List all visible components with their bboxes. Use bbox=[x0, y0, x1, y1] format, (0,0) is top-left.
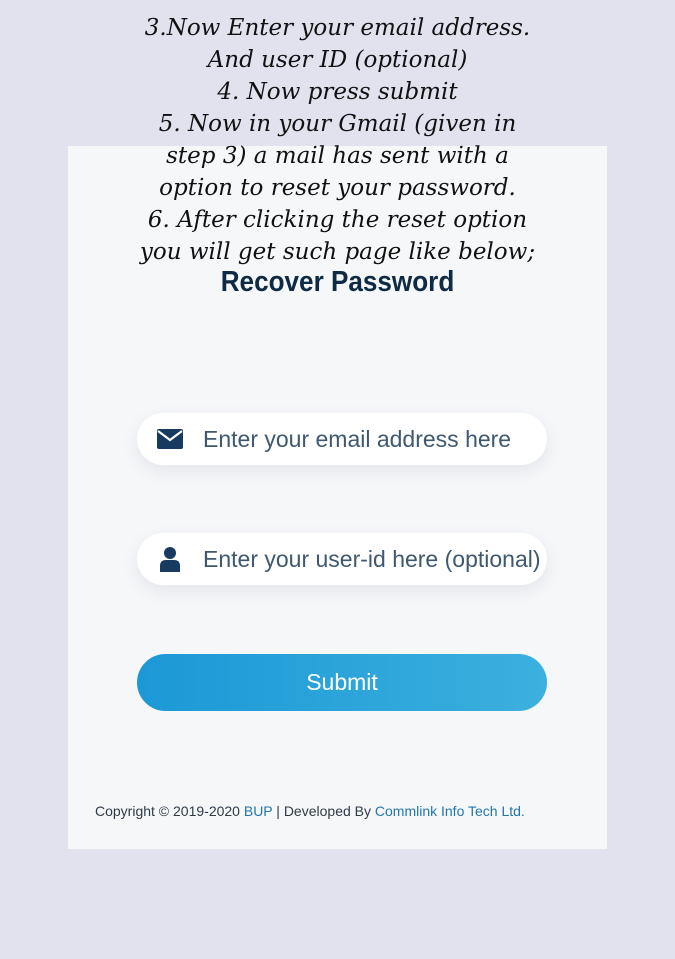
submit-button[interactable]: Submit bbox=[137, 654, 547, 711]
copyright-text: Copyright © 2019-2020 bbox=[95, 803, 244, 819]
email-placeholder: Enter your email address here bbox=[203, 425, 512, 452]
footer: Copyright © 2019-2020 BUP | Developed By… bbox=[95, 803, 525, 819]
instruction-line: 5. Now in your Gmail (given in bbox=[158, 111, 517, 137]
instruction-line: option to reset your password. bbox=[159, 175, 516, 201]
page-title: Recover Password bbox=[220, 266, 455, 298]
instruction-line: you will get such page like below; bbox=[139, 239, 536, 265]
instruction-line: step 3) a mail has sent with a bbox=[166, 143, 509, 169]
email-field[interactable]: Enter your email address here bbox=[137, 413, 547, 465]
bup-link[interactable]: BUP bbox=[244, 803, 273, 819]
instruction-line: 4. Now press submit bbox=[217, 79, 458, 105]
user-id-field[interactable]: Enter your user-id here (optional) bbox=[137, 533, 547, 585]
developed-by-text: | Developed By bbox=[272, 803, 375, 819]
instruction-line: 6. After clicking the reset option bbox=[147, 207, 528, 233]
instruction-line: And user ID (optional) bbox=[207, 47, 468, 73]
user-icon bbox=[156, 545, 184, 573]
instruction-line: 3.Now Enter your email address. bbox=[144, 15, 531, 41]
user-id-placeholder: Enter your user-id here (optional) bbox=[203, 545, 541, 572]
developer-link[interactable]: Commlink Info Tech Ltd. bbox=[375, 803, 525, 819]
instructions-text: 3.Now Enter your email address. And user… bbox=[0, 12, 675, 268]
envelope-icon bbox=[156, 425, 184, 453]
